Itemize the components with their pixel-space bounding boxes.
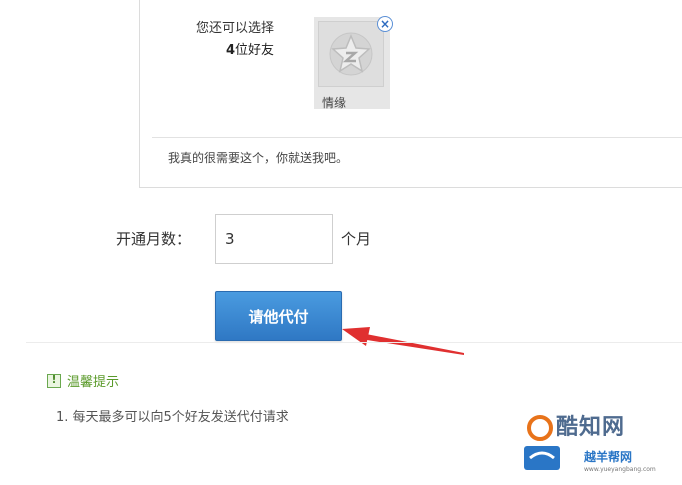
request-message: 我真的很需要这个，你就送我吧。 (168, 151, 349, 165)
section-divider (26, 342, 682, 343)
choose-suffix: 位好友 (234, 43, 274, 58)
selected-friend-card[interactable]: 情缘 (314, 17, 390, 110)
remaining-friends-text: 您还可以选择 4位好友 (0, 18, 274, 62)
qq-star-avatar-icon (329, 32, 373, 76)
friend-name: 情缘 (322, 96, 347, 110)
tips-title: 温馨提示 (67, 375, 120, 390)
months-input[interactable] (215, 214, 333, 264)
watermark-sub: 越羊帮网 (584, 450, 633, 464)
watermark: 酷知网 越羊帮网 www.yueyangbang.com (516, 408, 682, 485)
months-label: 开通月数： (116, 230, 192, 248)
watermark-name: 酷知网 (556, 415, 626, 440)
notice-icon (47, 373, 61, 388)
default-avatar (318, 21, 384, 87)
choose-prefix: 您还可以选择 (195, 21, 274, 36)
tip-item: 1. 每天最多可以向5个好友发送代付请求 (56, 410, 289, 425)
months-unit: 个月 (341, 230, 372, 248)
request-pay-button[interactable]: 请他代付 (215, 291, 342, 341)
watermark-url: www.yueyangbang.com (584, 466, 656, 473)
remove-friend-close-icon[interactable]: × (377, 16, 393, 32)
remaining-count: 4 (225, 43, 235, 58)
tips-heading: 温馨提示 (47, 371, 119, 390)
panel-divider (152, 137, 682, 138)
red-arrow-annotation-icon (342, 327, 464, 355)
